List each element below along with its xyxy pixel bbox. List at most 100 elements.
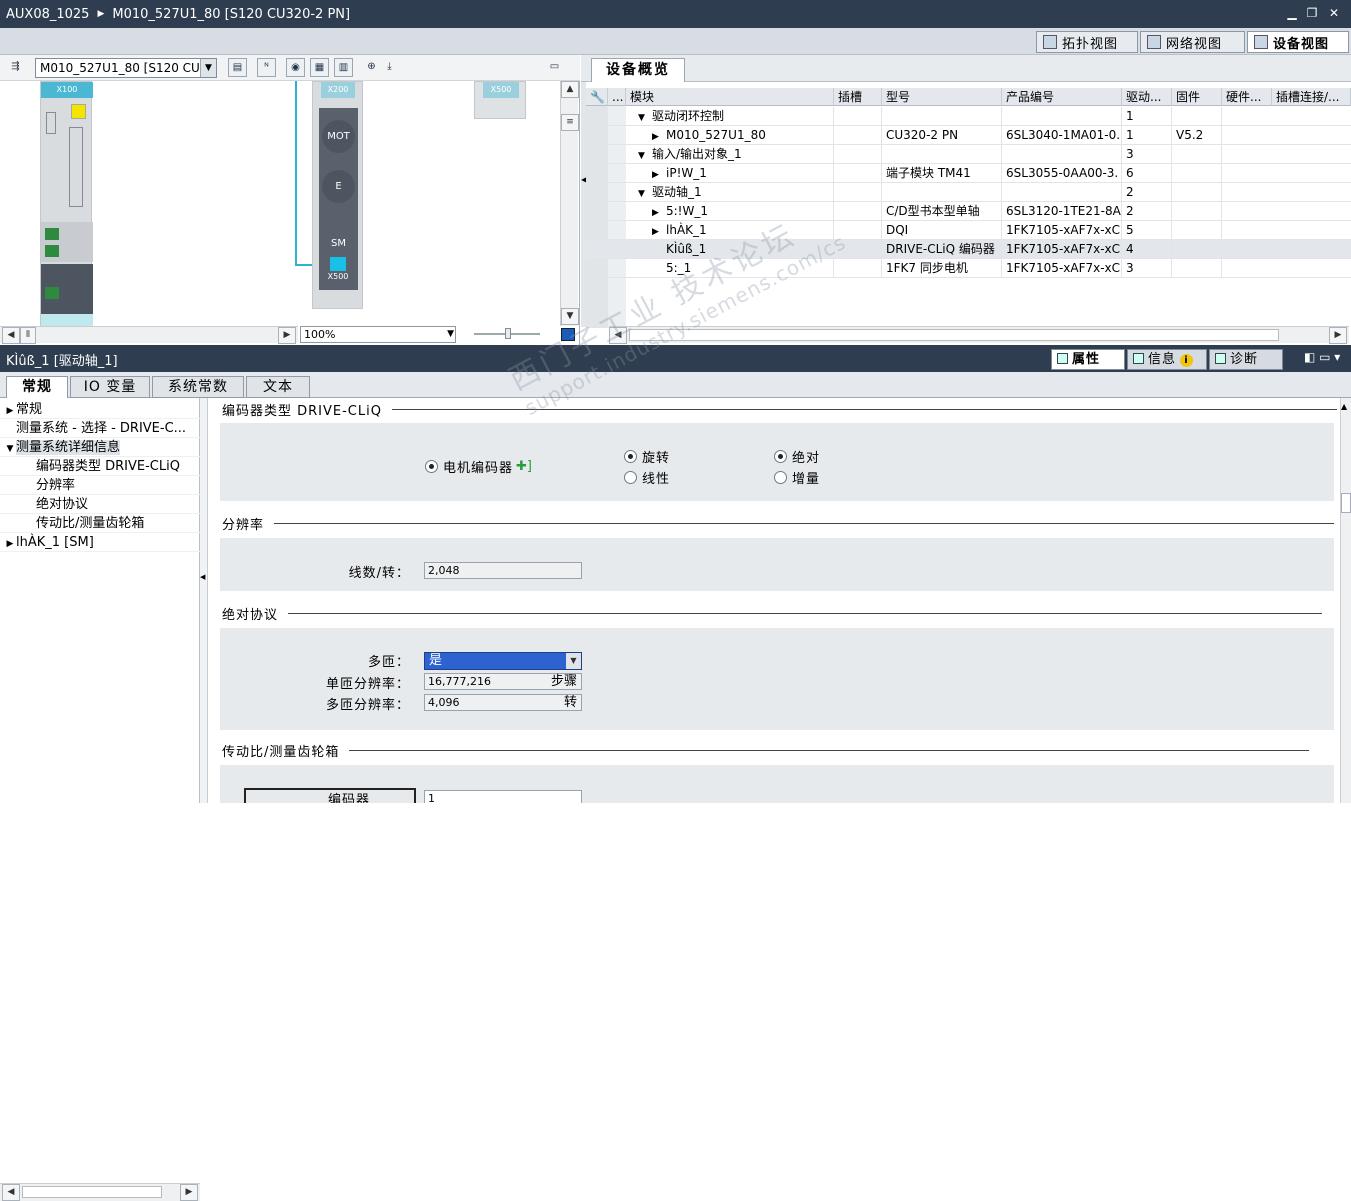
ethernet-port-icon[interactable] [45, 287, 59, 299]
nav-splitter[interactable]: ◀ [200, 398, 208, 803]
scroll-right-icon[interactable]: ▶ [278, 327, 296, 344]
restore-button[interactable]: ❐ [1303, 4, 1321, 22]
header-type[interactable]: 型号 [882, 88, 1002, 106]
device-select[interactable]: M010_527U1_80 [S120 CU ▼ [35, 58, 217, 78]
scroll-down-icon[interactable]: ▼ [561, 308, 579, 325]
tab-texts[interactable]: 文本 [246, 376, 310, 398]
tab-device-view[interactable]: 设备视图 [1247, 31, 1349, 53]
header-module[interactable]: 模块 [626, 88, 834, 106]
visibility-tool-icon[interactable]: ◉ [286, 58, 305, 77]
download-icon[interactable]: ⤓ [380, 58, 399, 77]
properties-vertical-scrollbar[interactable]: ▲ [1340, 398, 1351, 803]
tab-info[interactable]: 信息 i [1127, 349, 1207, 370]
overview-horizontal-scrollbar[interactable]: ◀ ▶ [609, 326, 1349, 344]
port-x200[interactable]: X200 [321, 82, 355, 98]
table-row-selected[interactable]: KÌûß_1 DRIVE-CLiQ 编码器 1FK7105-xAF7x-xC. … [586, 240, 1351, 259]
scroll-right-icon[interactable]: ▶ [180, 1184, 198, 1201]
single-turn-resolution-field[interactable]: 16,777,216 步骤 [424, 673, 582, 690]
chevron-right-icon[interactable]: ▶ [652, 204, 666, 221]
header-extra[interactable]: ... [608, 88, 626, 106]
table-row[interactable]: ▶ iP!W_1 端子模块 TM41 6SL3055-0AA00-3. 6 [586, 164, 1351, 183]
nav-item-encoder-type[interactable]: 编码器类型 DRIVE-CLiQ [0, 457, 200, 476]
scroll-left-icon[interactable]: ◀ [2, 327, 20, 344]
absolute-radio[interactable] [774, 450, 787, 463]
nav-item-sensor-module[interactable]: ▶ lhÀK_1 [SM] [0, 533, 200, 552]
tab-device-overview[interactable]: 设备概览 [591, 58, 685, 82]
chevron-right-icon[interactable]: ▶ [652, 128, 666, 145]
table-row[interactable]: ▶ 5:!W_1 C/D型书本型单轴 6SL3120-1TE21-8A 2 [586, 202, 1351, 221]
columns-settings-icon[interactable]: 🔧 [586, 88, 608, 106]
lines-per-rev-field[interactable]: 2,048 [424, 562, 582, 579]
motor-icon[interactable]: MOT [322, 120, 355, 153]
scroll-right-icon[interactable]: ▶ [1329, 327, 1347, 344]
zoom-slider-handle[interactable] [505, 328, 511, 339]
table-row[interactable]: ▶ M010_527U1_80 CU320-2 PN 6SL3040-1MA01-… [586, 126, 1351, 145]
terminal-module[interactable]: X500 [474, 81, 526, 119]
labels-tool-icon[interactable]: ▤ [228, 58, 247, 77]
header-firmware[interactable]: 固件 [1172, 88, 1222, 106]
table-row[interactable]: ▼ 驱动轴_1 2 [586, 183, 1351, 202]
chevron-down-icon[interactable]: ▼ [638, 147, 652, 164]
minimize-button[interactable]: ▁ [1283, 4, 1301, 22]
name-tool-icon[interactable]: ᴺ [257, 58, 276, 77]
chevron-down-icon[interactable]: ▼ [566, 653, 581, 669]
scroll-up-icon[interactable]: ▲ [1341, 402, 1347, 411]
scroll-thumb[interactable] [629, 329, 1279, 341]
gear-encoder-field[interactable]: 1 [424, 790, 582, 803]
table-row[interactable]: ▶ lhÀK_1 DQI 1FK7105-xAF7x-xC. 5 [586, 221, 1351, 240]
multiturn-select[interactable]: 是 ▼ [424, 652, 582, 670]
collapse-arrow-icon[interactable]: ◀ [200, 573, 205, 581]
header-drive-object[interactable]: 驱动... [1122, 88, 1172, 106]
linear-radio[interactable] [624, 471, 637, 484]
table-row[interactable]: ▼ 驱动闭环控制 1 [586, 107, 1351, 126]
tab-diagnostics[interactable]: 诊断 [1209, 349, 1283, 370]
nav-horizontal-scrollbar[interactable]: ◀ ▶ [0, 1183, 200, 1201]
topology-tool-icon[interactable]: ⇶ [6, 58, 25, 77]
port-x500-tm[interactable]: X500 [483, 82, 519, 98]
table-row[interactable]: 5:_1 1FK7 同步电机 1FK7105-xAF7x-xC. 3 [586, 259, 1351, 278]
table-row[interactable]: ▼ 输入/输出对象_1 3 [586, 145, 1351, 164]
port-x500-connector[interactable] [330, 257, 346, 271]
incremental-radio[interactable] [774, 471, 787, 484]
header-order-number[interactable]: 产品编号 [1002, 88, 1122, 106]
control-unit-module[interactable]: X100 [40, 81, 93, 326]
motor-module[interactable]: X200 MOT E SM X500 [312, 81, 363, 309]
scroll-up-icon[interactable]: ▲ [561, 81, 579, 98]
tab-io-tags[interactable]: IO 变量 [70, 376, 150, 398]
header-hardware[interactable]: 硬件... [1222, 88, 1272, 106]
tab-topology-view[interactable]: 拓扑视图 [1036, 31, 1138, 53]
scroll-left-icon[interactable]: ◀ [609, 327, 627, 344]
drive-cliq-port-icon[interactable] [45, 228, 59, 240]
nav-item-measuring-system-details[interactable]: ▼ 测量系统详细信息 [0, 438, 200, 457]
scroll-grip-icon[interactable]: ⦀ [20, 327, 36, 344]
header-slot-connection[interactable]: 插槽连接/... [1272, 88, 1351, 106]
tab-system-constants[interactable]: 系统常数 [152, 376, 244, 398]
header-slot[interactable]: 插槽 [834, 88, 882, 106]
nav-item-resolution[interactable]: 分辨率 [0, 476, 200, 495]
multi-turn-resolution-field[interactable]: 4,096 转 [424, 694, 582, 711]
nav-item-absolute-protocol[interactable]: 绝对协议 [0, 495, 200, 514]
port-x100[interactable]: X100 [41, 82, 93, 98]
chevron-right-icon[interactable]: ▶ [4, 535, 16, 554]
scroll-left-icon[interactable]: ◀ [2, 1184, 20, 1201]
grid-tool-icon[interactable]: ▦ [310, 58, 329, 77]
panel-options-icon[interactable]: ◧ ▭ ▾ [1304, 350, 1340, 364]
zoom-select[interactable]: 100% ▼ [300, 326, 456, 343]
nav-item-measuring-system-select[interactable]: 测量系统 - 选择 - DRIVE-C... [0, 419, 200, 438]
scroll-grip-icon[interactable]: ≡ [561, 114, 579, 131]
tab-general[interactable]: 常规 [6, 376, 68, 398]
nav-item-general[interactable]: ▶ 常规 [0, 400, 200, 419]
nav-item-gear-ratio[interactable]: 传动比/测量齿轮箱 [0, 514, 200, 533]
device-canvas[interactable]: X100 X200 MOT E SM X500 X500 [0, 81, 560, 326]
chevron-right-icon[interactable]: ▶ [652, 166, 666, 183]
zoom-in-icon[interactable]: ⊕ [362, 58, 381, 77]
motor-encoder-radio[interactable] [425, 460, 438, 473]
fit-view-icon[interactable] [561, 328, 575, 341]
overview-toggle-icon[interactable]: ▭ [545, 58, 564, 77]
rotary-radio[interactable] [624, 450, 637, 463]
scroll-thumb[interactable] [22, 1186, 162, 1198]
drive-cliq-port-icon[interactable] [45, 245, 59, 257]
tab-network-view[interactable]: 网络视图 [1140, 31, 1245, 53]
device-view-horizontal-scrollbar[interactable]: ◀ ⦀ ▶ [0, 326, 298, 344]
scroll-thumb[interactable] [1341, 493, 1351, 513]
